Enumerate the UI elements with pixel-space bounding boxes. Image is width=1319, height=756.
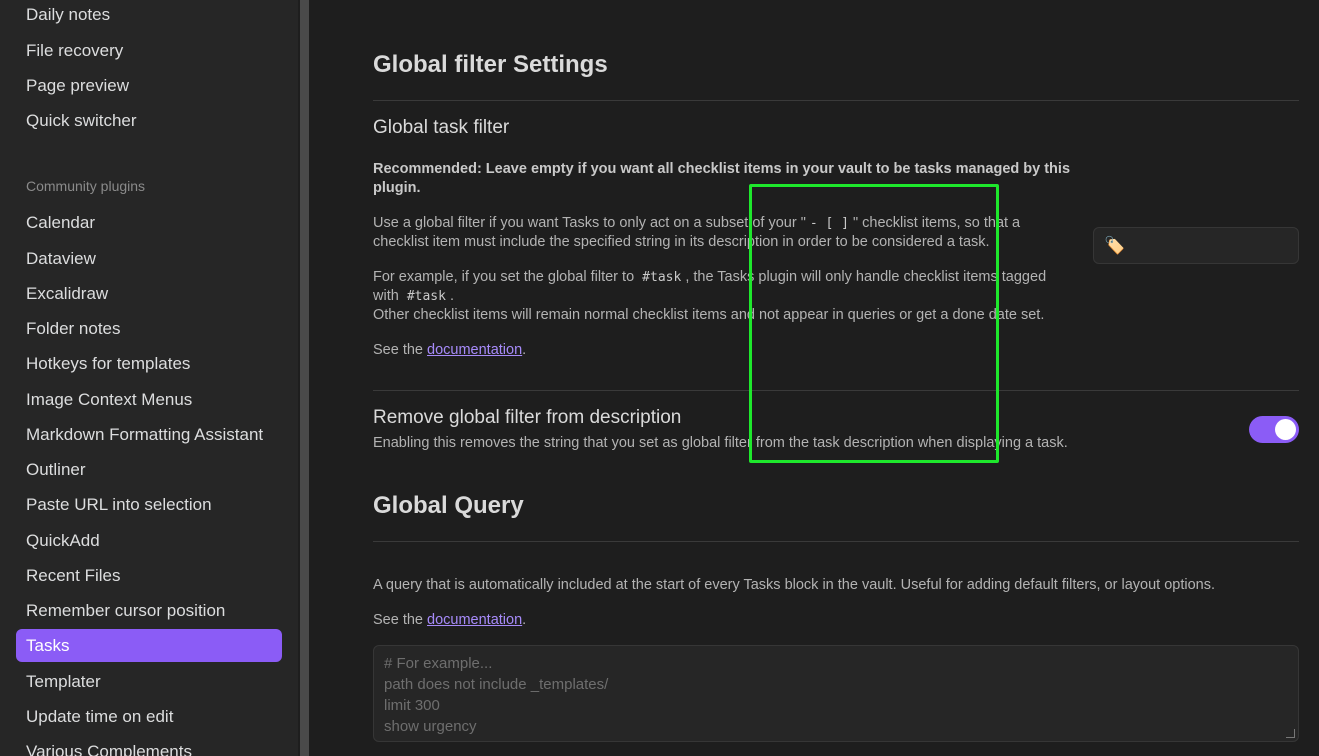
sidebar-item-dataview[interactable]: Dataview <box>16 242 282 275</box>
resize-handle-icon[interactable] <box>1286 729 1295 738</box>
sidebar-item-page-preview[interactable]: Page preview <box>16 69 282 102</box>
sidebar-item-remember-cursor-position[interactable]: Remember cursor position <box>16 594 282 627</box>
sidebar-item-image-context-menus[interactable]: Image Context Menus <box>16 383 282 416</box>
sidebar-item-update-time-on-edit[interactable]: Update time on edit <box>16 700 282 733</box>
global-query-textarea[interactable]: # For example... path does not include _… <box>373 645 1299 742</box>
setting-desc-see: See the documentation. <box>373 341 526 360</box>
setting-desc-see-global-query: See the documentation. <box>373 611 526 630</box>
sidebar-item-quickadd[interactable]: QuickAdd <box>16 524 282 557</box>
setting-desc-example: For example, if you set the global filte… <box>373 268 1093 325</box>
setting-name-remove-global-filter: Remove global filter from description <box>373 407 682 428</box>
toggle-knob <box>1275 419 1296 440</box>
section-heading-global-filter: Global filter Settings <box>373 51 608 78</box>
tag-icon: 🏷️ <box>1104 236 1126 255</box>
setting-desc-global-query: A query that is automatically included a… <box>373 577 1215 593</box>
sidebar-scrollbar-thumb[interactable] <box>300 0 309 756</box>
sidebar-item-excalidraw[interactable]: Excalidraw <box>16 277 282 310</box>
task-code-2: #task <box>406 289 446 304</box>
task-code: #task <box>642 270 682 285</box>
setting-desc-remove-global-filter: Enabling this removes the string that yo… <box>373 435 1068 451</box>
divider <box>373 541 1299 542</box>
use-text-2: " checklist items, so that a <box>853 215 1021 231</box>
documentation-link[interactable]: documentation <box>427 342 522 358</box>
textarea-placeholder: # For example... path does not include _… <box>384 655 609 735</box>
recommended-line-1: Recommended: Leave empty if you want all… <box>373 161 1071 177</box>
setting-desc-use: Use a global filter if you want Tasks to… <box>373 214 1073 252</box>
recommended-line-2: plugin. <box>373 180 421 196</box>
example-text-1: For example, if you set the global filte… <box>373 269 635 285</box>
other-text: Other checklist items will remain normal… <box>373 307 1045 323</box>
sidebar-item-paste-url[interactable]: Paste URL into selection <box>16 488 282 521</box>
global-filter-input[interactable]: 🏷️ <box>1093 227 1299 264</box>
setting-name-global-task-filter: Global task filter <box>373 117 510 138</box>
divider <box>373 100 1299 101</box>
section-heading-global-query: Global Query <box>373 492 524 519</box>
see-period: . <box>522 342 527 358</box>
use-text-3: checklist item must include the specifie… <box>373 234 990 250</box>
sidebar-item-daily-notes[interactable]: Daily notes <box>16 0 282 31</box>
setting-desc-recommended: Recommended: Leave empty if you want all… <box>373 160 1073 198</box>
divider <box>373 390 1299 391</box>
sidebar-item-markdown-formatting-assistant[interactable]: Markdown Formatting Assistant <box>16 418 282 451</box>
example-text-2: , the Tasks plugin will only handle chec… <box>685 269 1047 285</box>
sidebar-item-templater[interactable]: Templater <box>16 665 282 698</box>
checklist-code: - [ ] <box>809 216 849 231</box>
remove-global-filter-toggle[interactable] <box>1249 416 1299 443</box>
sidebar-item-file-recovery[interactable]: File recovery <box>16 34 282 67</box>
see-period: . <box>522 612 527 628</box>
settings-sidebar: Daily notes File recovery Page preview Q… <box>0 0 298 756</box>
sidebar-item-recent-files[interactable]: Recent Files <box>16 559 282 592</box>
sidebar-item-various-complements[interactable]: Various Complements <box>16 735 282 756</box>
example-text-3: with <box>373 288 399 304</box>
sidebar-item-calendar[interactable]: Calendar <box>16 206 282 239</box>
sidebar-heading-community-plugins: Community plugins <box>26 178 146 194</box>
sidebar-item-tasks[interactable]: Tasks <box>16 629 282 662</box>
see-text: See the <box>373 612 423 628</box>
sidebar-item-outliner[interactable]: Outliner <box>16 453 282 486</box>
example-text-4: . <box>449 288 454 304</box>
use-text-1: Use a global filter if you want Tasks to… <box>373 215 806 231</box>
documentation-link[interactable]: documentation <box>427 612 522 628</box>
sidebar-item-quick-switcher[interactable]: Quick switcher <box>16 104 282 137</box>
see-text: See the <box>373 342 423 358</box>
sidebar-item-folder-notes[interactable]: Folder notes <box>16 312 282 345</box>
settings-content: Global filter Settings Global task filte… <box>312 0 1319 756</box>
sidebar-item-hotkeys-for-templates[interactable]: Hotkeys for templates <box>16 347 282 380</box>
